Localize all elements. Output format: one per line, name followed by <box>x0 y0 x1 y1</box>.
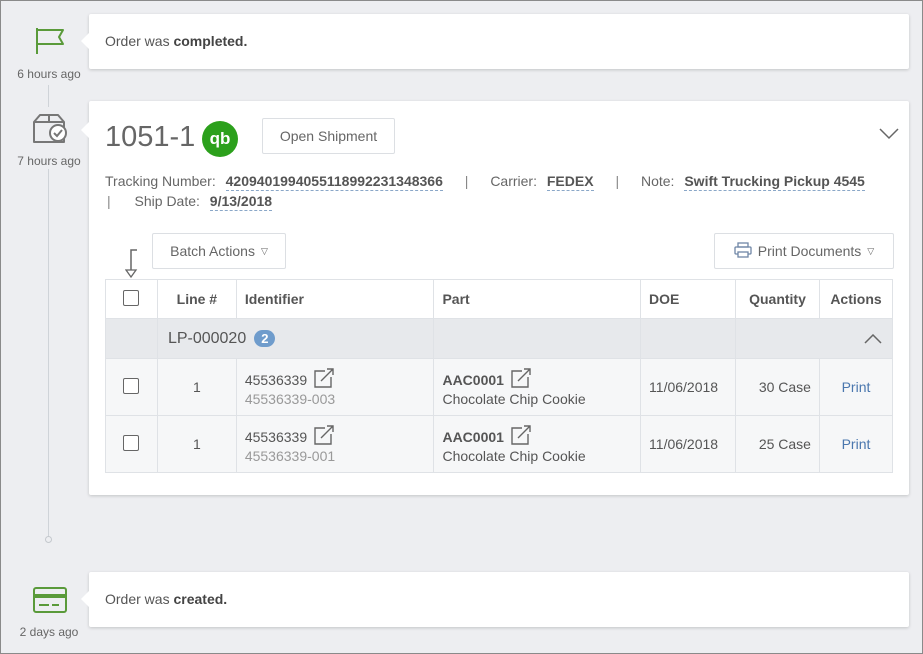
separator: | <box>615 173 620 189</box>
event-text: Order was created. <box>105 591 227 607</box>
table-row: 1 45536339 45536339-003 AAC0001 Chocolat… <box>105 358 894 416</box>
row-select-cell <box>105 358 158 416</box>
doe-cell: 11/06/2018 <box>640 358 737 416</box>
chevron-up-icon[interactable] <box>864 331 882 347</box>
identifier-sub: 45536339-001 <box>244 447 336 464</box>
select-all-checkbox[interactable] <box>123 289 140 306</box>
identifier-cell: 45536339 45536339-003 <box>235 358 435 416</box>
action-cell: Print <box>818 415 894 473</box>
print-link[interactable]: Print <box>842 379 871 395</box>
group-toggle-cell <box>735 318 893 359</box>
tracking-label: Tracking Number: <box>105 173 216 189</box>
doe-cell: 11/06/2018 <box>640 415 737 473</box>
action-cell: Print <box>818 358 894 416</box>
identifier: 45536339 <box>244 371 308 388</box>
batch-actions-button[interactable]: Batch Actions ▽ <box>152 233 286 269</box>
timeline-dot <box>45 536 52 543</box>
part-description: Chocolate Chip Cookie <box>442 390 586 407</box>
shipment-id: 1051-1 <box>105 121 196 153</box>
group-label: LP-000020 <box>167 329 247 347</box>
column-header[interactable]: DOE <box>640 279 737 319</box>
separator: | <box>107 193 111 209</box>
column-header[interactable]: Line # <box>156 279 237 319</box>
edit-external-icon[interactable] <box>313 367 335 391</box>
open-shipment-button[interactable]: Open Shipment <box>262 118 395 154</box>
event-card-completed: Order was completed. <box>81 14 909 69</box>
timeline-line-main <box>48 169 49 537</box>
group-cell <box>433 318 642 359</box>
event-status: created. <box>173 591 228 607</box>
identifier-cell: 45536339 45536339-001 <box>235 415 435 473</box>
select-all-cell <box>105 279 158 319</box>
caret-down-icon: ▽ <box>867 245 875 256</box>
note-value[interactable]: Swift Trucking Pickup 4545 <box>684 173 865 191</box>
separator: | <box>464 173 469 189</box>
print-documents-label: Print Documents <box>757 243 862 259</box>
timeline-time: 2 days ago <box>19 625 79 639</box>
print-documents-button[interactable]: Print Documents ▽ <box>714 233 894 269</box>
identifier: 45536339 <box>244 428 308 445</box>
shipment-meta-line1: Tracking Number: 42094019940551189922313… <box>105 173 865 191</box>
group-count-badge: 2 <box>254 329 276 347</box>
event-status: completed. <box>173 33 248 49</box>
row-checkbox[interactable] <box>123 434 140 451</box>
carrier-label: Carrier: <box>490 173 537 189</box>
edit-external-icon[interactable] <box>510 367 532 391</box>
printer-icon <box>734 241 752 261</box>
part-cell: AAC0001 Chocolate Chip Cookie <box>433 415 642 473</box>
edit-external-icon[interactable] <box>313 424 335 448</box>
line-cell: 1 <box>156 415 237 473</box>
group-cell <box>640 318 737 359</box>
shipment-meta-line2: | Ship Date: 9/13/2018 <box>105 193 273 211</box>
column-header[interactable]: Part <box>433 279 642 319</box>
shipment-card: 1051-1 qb Open Shipment Tracking Number:… <box>81 101 909 495</box>
line-cell: 1 <box>156 358 237 416</box>
identifier-sub: 45536339-003 <box>244 390 336 407</box>
tracking-number[interactable]: 4209401994055118992231348366 <box>225 173 443 191</box>
event-text: Order was completed. <box>105 33 247 49</box>
part-description: Chocolate Chip Cookie <box>442 447 586 464</box>
print-link[interactable]: Print <box>842 436 871 452</box>
table-header-row: Line # Identifier Part DOE Quantity Acti… <box>105 279 894 319</box>
edit-external-icon[interactable] <box>510 424 532 448</box>
part-cell: AAC0001 Chocolate Chip Cookie <box>433 358 642 416</box>
group-label-cell: LP-000020 2 <box>156 318 435 359</box>
row-select-cell <box>105 415 158 473</box>
event-prefix: Order was <box>105 591 174 607</box>
column-header[interactable]: Identifier <box>235 279 435 319</box>
part-number: AAC0001 <box>442 371 504 388</box>
note-label: Note: <box>640 173 675 189</box>
box-check-icon <box>31 113 69 145</box>
event-prefix: Order was <box>105 33 174 49</box>
shipment-table: Line # Identifier Part DOE Quantity Acti… <box>105 279 894 473</box>
collapse-chevron-icon[interactable] <box>879 127 899 145</box>
row-checkbox[interactable] <box>123 377 140 394</box>
ship-date-label: Ship Date: <box>134 193 200 209</box>
group-cell <box>105 318 158 359</box>
part-number: AAC0001 <box>442 428 504 445</box>
column-header[interactable]: Actions <box>818 279 894 319</box>
timeline-time: 7 hours ago <box>17 154 81 168</box>
credit-card-icon <box>33 587 67 613</box>
quantity-cell: 30 Case <box>735 358 820 416</box>
caret-down-icon: ▽ <box>260 245 268 256</box>
table-row: 1 45536339 45536339-001 AAC0001 Chocolat… <box>105 415 894 473</box>
carrier-value[interactable]: FEDEX <box>546 173 594 191</box>
event-card-created: Order was created. <box>81 572 909 627</box>
quickbooks-logo: qb <box>202 121 238 157</box>
ship-date-value[interactable]: 9/13/2018 <box>209 193 273 211</box>
flag-icon <box>34 27 66 55</box>
timeline-time: 6 hours ago <box>17 67 81 81</box>
group-row[interactable]: LP-000020 2 <box>105 318 893 359</box>
batch-actions-label: Batch Actions <box>170 243 255 259</box>
quantity-cell: 25 Case <box>735 415 820 473</box>
timeline-line-top <box>48 85 49 107</box>
column-header[interactable]: Quantity <box>735 279 820 319</box>
